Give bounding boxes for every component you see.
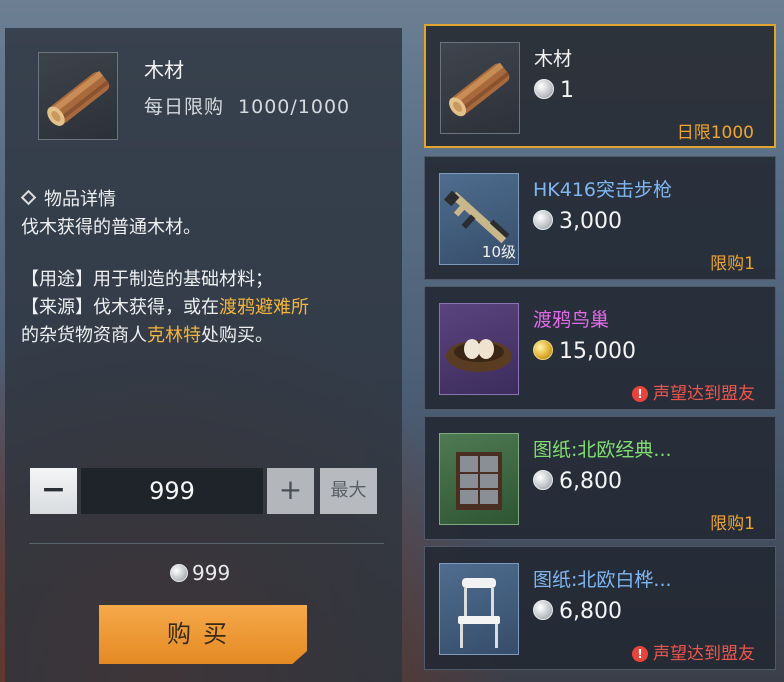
silver-coin-icon [533,210,553,230]
shop-item-name: 木材 [534,48,573,70]
usage-text: 用于制造的基础材料； [93,269,273,290]
shop-item-card[interactable]: 10级 HK416突击步枪 3,000 限购1 [424,156,776,280]
shop-item-price: 6,800 [533,599,622,624]
shop-item-price: 1 [534,78,574,103]
gold-coin-icon [533,340,553,360]
warning-icon: ! [632,386,648,402]
warning-icon: ! [632,646,648,662]
shop-item-card[interactable]: 图纸:北欧经典... 6,800 限购1 [424,416,776,540]
shop-item-price: 15,000 [533,339,636,364]
quantity-input[interactable]: 999 [81,468,263,514]
shop-item-price: 3,000 [533,209,622,234]
source-place-link[interactable]: 渡鸦避难所 [219,297,309,318]
shop-item-name: HK416突击步枪 [533,179,673,201]
divider [29,543,384,544]
shop-item-name: 渡鸦鸟巢 [533,309,610,331]
shop-item-price: 6,800 [533,469,622,494]
increase-quantity-button[interactable]: + [267,468,314,514]
item-level: 10级 [481,243,516,261]
shop-item-name: 图纸:北欧经典... [533,439,672,461]
source-text: 伐木获得，或在 [93,297,219,318]
usage-prefix: 【用途】 [21,269,93,290]
quantity-stepper: − 999 + 最大 [30,467,380,517]
price-value: 1 [560,78,574,103]
cabinet-icon [439,433,519,525]
shop-item-card[interactable]: 渡鸦鸟巢 15,000 ! 声望达到盟友 [424,286,776,410]
bird-nest-icon [439,303,519,395]
source-prefix: 【来源】 [21,297,93,318]
source-text-2: 的杂货物资商人 [21,325,147,346]
silver-coin-icon [533,470,553,490]
shop-item-name: 图纸:北欧白桦... [533,569,672,591]
daily-limit-label: 每日限购 [144,96,225,118]
purchase-limit: 日限1000 [676,123,754,143]
max-quantity-button[interactable]: 最大 [320,468,377,514]
silver-coin-icon [534,79,554,99]
shop-item-card[interactable]: 木材 1 日限1000 [424,24,776,148]
price-value: 15,000 [559,339,636,364]
purchase-limit: 限购1 [710,514,755,534]
purchase-requirement: ! 声望达到盟友 [632,379,755,404]
source-npc-link[interactable]: 克林特 [147,325,201,346]
item-name: 木材 [144,58,184,82]
source-line-2: 的杂货物资商人克林特处购买。 [21,321,273,347]
wood-log-icon [38,52,118,140]
price-value: 6,800 [559,469,622,494]
buy-button[interactable]: 购买 [99,605,307,664]
price-value: 6,800 [559,599,622,624]
daily-limit-value: 1000/1000 [238,96,351,118]
source-line: 【来源】伐木获得，或在渡鸦避难所 [21,293,309,319]
silver-coin-icon [533,600,553,620]
item-details-title: 物品详情 [44,189,116,210]
requirement-text: 声望达到盟友 [653,644,755,664]
purchase-requirement: ! 声望达到盟友 [632,639,755,664]
diamond-icon [20,189,37,206]
shop-item-card[interactable]: 图纸:北欧白桦... 6,800 ! 声望达到盟友 [424,546,776,670]
rifle-icon: 10级 [439,173,519,265]
total-price: 999 [170,561,230,585]
price-value: 3,000 [559,209,622,234]
item-header: 木材 每日限购 1000/1000 [38,52,388,144]
silver-coin-icon [170,564,188,582]
item-detail-panel: 木材 每日限购 1000/1000 物品详情 伐木获得的普通木材。 【用途】用于制… [5,28,402,682]
decrease-quantity-button[interactable]: − [30,468,77,514]
shop-item-list[interactable]: 木材 1 日限1000 10级 HK416突击步枪 3,000 限购1 渡鸦鸟巢… [422,24,784,682]
requirement-text: 声望达到盟友 [653,384,755,404]
chair-icon [439,563,519,655]
total-price-value: 999 [192,561,231,585]
item-details-heading: 物品详情 [20,185,116,211]
item-description: 伐木获得的普通木材。 [21,217,201,238]
purchase-limit: 限购1 [710,254,755,274]
daily-limit: 每日限购 1000/1000 [144,92,350,119]
usage-line: 【用途】用于制造的基础材料； [21,265,273,291]
wood-log-icon [440,42,520,134]
source-text-3: 处购买。 [201,325,273,346]
